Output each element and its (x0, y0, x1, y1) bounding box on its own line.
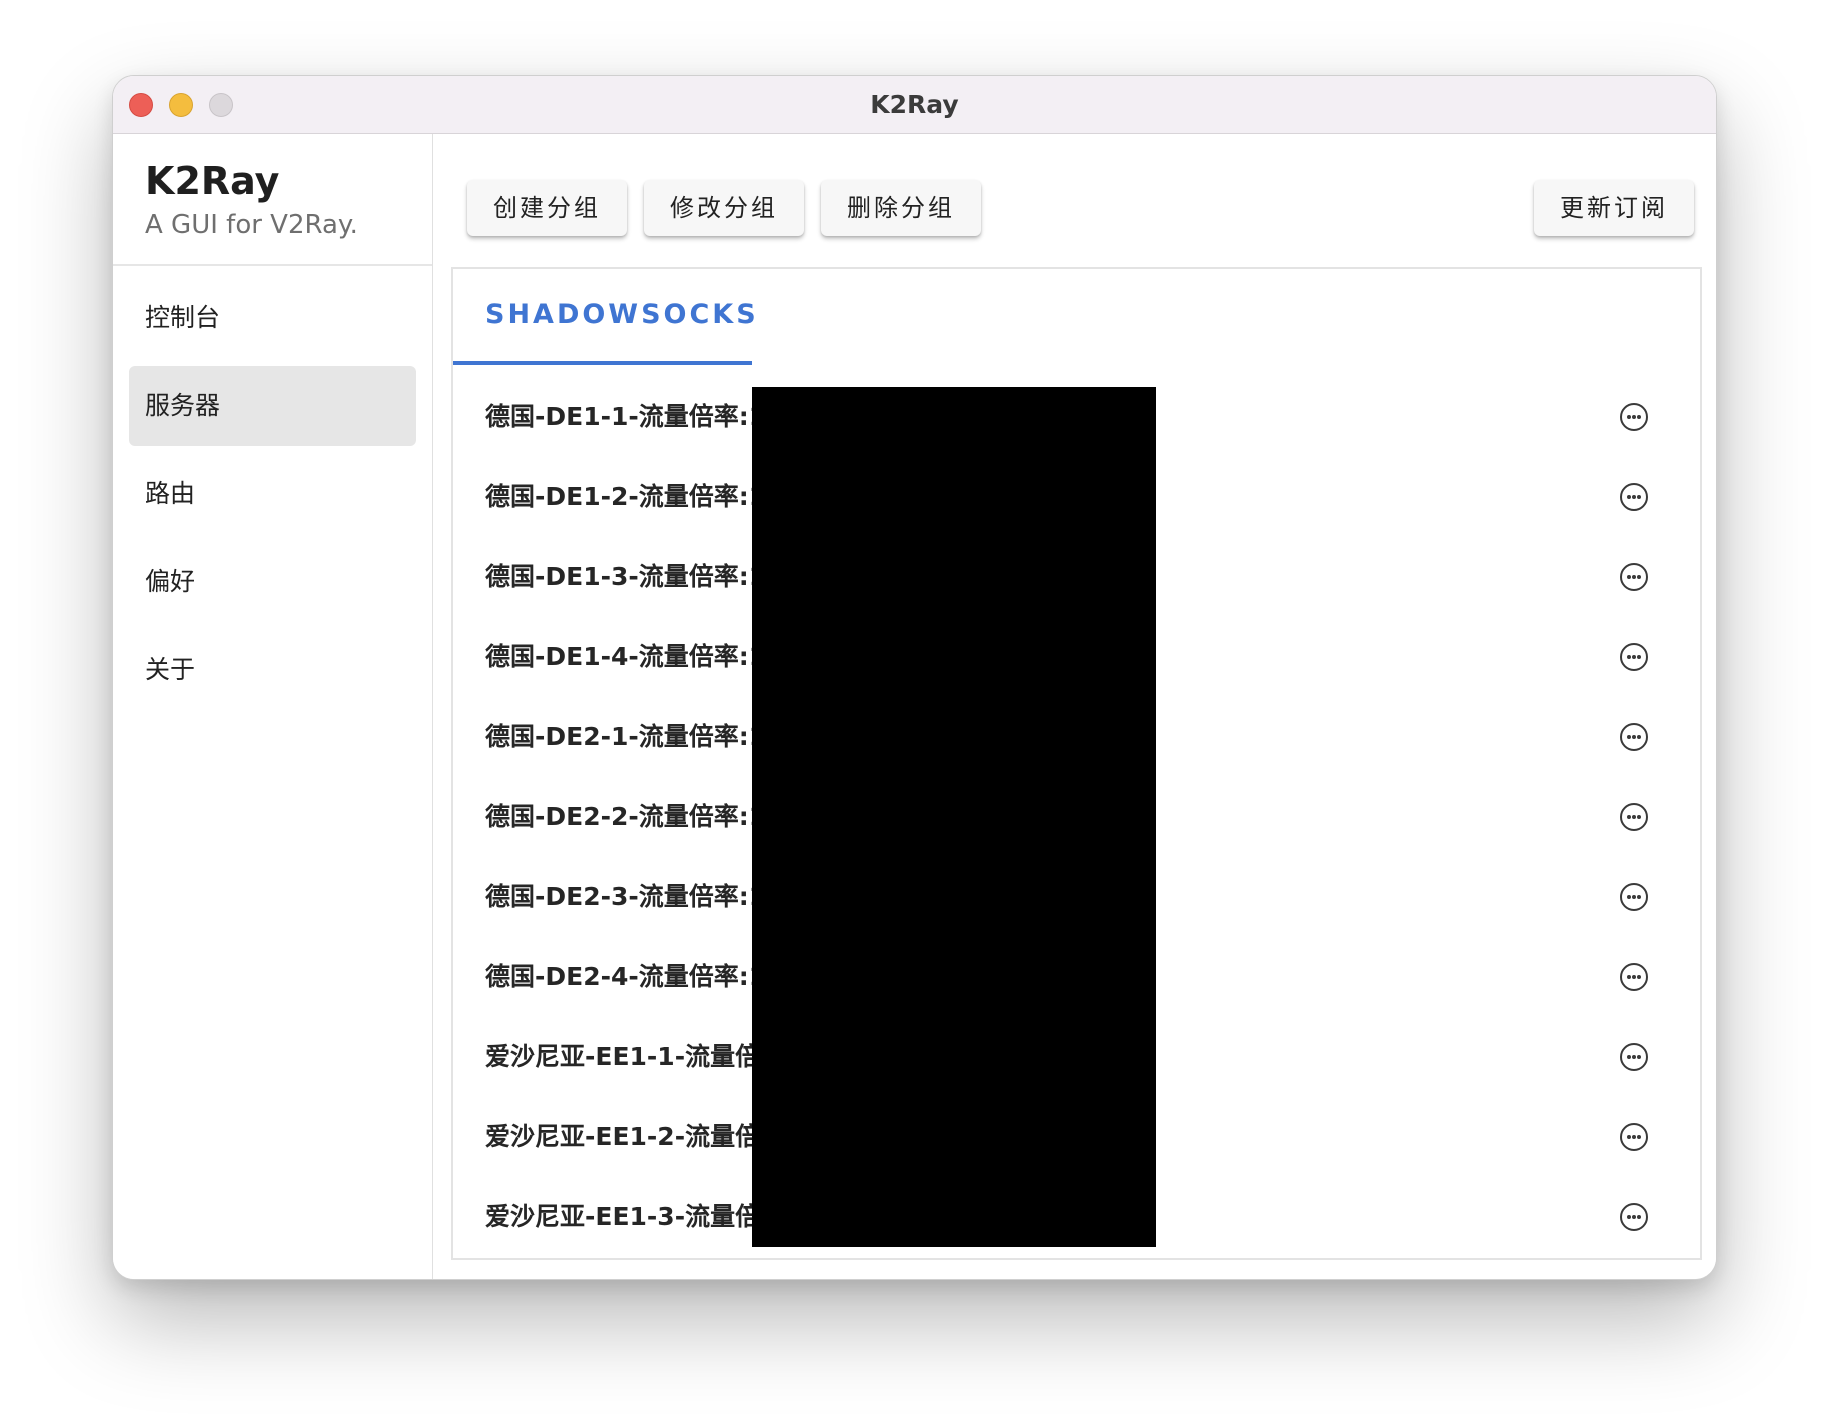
app-name: K2Ray (145, 159, 280, 203)
main-content: 创建分组 修改分组 删除分组 更新订阅 SHADOWSOCKS 德国-DE1-1… (434, 134, 1716, 1279)
app-window: K2Ray K2Ray A GUI for V2Ray. 控制台 服务器 路由 … (112, 75, 1717, 1280)
tab-shadowsocks[interactable]: SHADOWSOCKS (453, 269, 756, 365)
sidebar-item-preferences[interactable]: 偏好 (129, 542, 416, 622)
more-options-icon[interactable] (1620, 403, 1648, 431)
sidebar-item-dashboard[interactable]: 控制台 (129, 278, 416, 358)
window-title: K2Ray (870, 90, 959, 119)
more-options-icon[interactable] (1620, 963, 1648, 991)
more-options-icon[interactable] (1620, 1043, 1648, 1071)
sidebar-item-about[interactable]: 关于 (129, 630, 416, 710)
sidebar-item-routing[interactable]: 路由 (129, 454, 416, 534)
sidebar-nav: 控制台 服务器 路由 偏好 关于 (113, 266, 432, 710)
redaction-block (752, 387, 1156, 1247)
group-tab-bar: SHADOWSOCKS (453, 269, 1700, 365)
server-panel: SHADOWSOCKS 德国-DE1-1-流量倍率:1.0 @ 德国-DE1-2… (451, 267, 1702, 1260)
more-options-icon[interactable] (1620, 803, 1648, 831)
title-bar: K2Ray (113, 76, 1716, 134)
more-options-icon[interactable] (1620, 563, 1648, 591)
delete-group-button[interactable]: 删除分组 (821, 180, 981, 236)
app-tagline: A GUI for V2Ray. (145, 210, 358, 240)
more-options-icon[interactable] (1620, 643, 1648, 671)
create-group-button[interactable]: 创建分组 (467, 180, 627, 236)
update-subscription-button[interactable]: 更新订阅 (1534, 180, 1694, 236)
edit-group-button[interactable]: 修改分组 (644, 180, 804, 236)
sidebar-item-servers[interactable]: 服务器 (129, 366, 416, 446)
more-options-icon[interactable] (1620, 483, 1648, 511)
more-options-icon[interactable] (1620, 1203, 1648, 1231)
sidebar-brand: K2Ray A GUI for V2Ray. (113, 134, 432, 266)
more-options-icon[interactable] (1620, 723, 1648, 751)
more-options-icon[interactable] (1620, 883, 1648, 911)
more-options-icon[interactable] (1620, 1123, 1648, 1151)
sidebar: K2Ray A GUI for V2Ray. 控制台 服务器 路由 偏好 关于 (113, 134, 433, 1279)
